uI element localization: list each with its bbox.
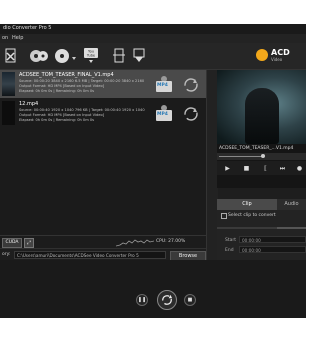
format-label: MP4	[157, 112, 168, 117]
file-source: Source: 00:00:20 3840 x 2160 6.5 MB | Ta…	[19, 79, 145, 83]
logo-subtext: Video	[271, 57, 283, 62]
menu-item-on[interactable]: on	[2, 35, 8, 41]
file-row[interactable]: 12.mp4 Source: 00:00:40 1920 x 1040 796 …	[0, 99, 206, 127]
video-frame-figure	[245, 88, 279, 144]
preview-controls: ▶ ■ ⟦ ⏭ ●	[217, 161, 306, 175]
convert-cycle-icon[interactable]	[184, 77, 198, 92]
start-label: Start	[225, 238, 236, 243]
file-list: ACDSEE_TOM_TEASER_FINAL_V1.mp4 Source: 0…	[0, 70, 206, 235]
remove-file-icon[interactable]	[4, 47, 18, 65]
clip-range-slider[interactable]	[217, 227, 306, 229]
next-frame-icon[interactable]: ⏭	[278, 164, 287, 173]
start-time-field[interactable]: 00:00:00	[239, 236, 306, 243]
logo-text: ACD	[271, 48, 290, 57]
clip-tabs: Clip Audio	[217, 199, 306, 210]
format-label: MP4	[157, 83, 168, 88]
convert-cycle-icon[interactable]	[184, 106, 198, 121]
stop-icon: ■	[187, 297, 193, 303]
end-label: End	[225, 248, 234, 253]
app-title: dio Converter Pro 5	[3, 25, 52, 31]
video-thumbnail	[2, 101, 15, 125]
file-source: Source: 00:00:40 1920 x 1040 796 KB | Ta…	[19, 108, 145, 112]
select-clip-label: Select clip to convert	[228, 213, 276, 218]
menu-bar: on Help	[0, 34, 306, 43]
output-directory-label: ory:	[2, 252, 11, 257]
format-mp4-icon[interactable]: MP4	[156, 105, 172, 123]
stop-button[interactable]: ■	[184, 294, 196, 306]
tab-audio[interactable]: Audio	[277, 199, 306, 210]
play-icon[interactable]: ▶	[223, 164, 232, 173]
trim-icon[interactable]	[112, 47, 126, 65]
cpu-usage: CPU: 27.00%	[156, 239, 186, 244]
title-bar: dio Converter Pro 5	[0, 24, 306, 34]
logo-mark-icon	[256, 49, 268, 61]
pause-button[interactable]: ❚❚	[136, 294, 148, 306]
end-time-field[interactable]: 00:00:00	[239, 246, 306, 253]
rip-disc-icon[interactable]	[54, 47, 78, 65]
preview-filename: ACDSEE_TOM_TEASER_...V1.mp4	[219, 146, 294, 151]
cpu-graph	[116, 239, 154, 247]
video-preview	[217, 70, 306, 144]
file-row[interactable]: ACDSEE_TOM_TEASER_FINAL_V1.mp4 Source: 0…	[0, 70, 206, 98]
app-window: dio Converter Pro 5 on Help You Tube ACD …	[0, 24, 306, 318]
format-mp4-icon[interactable]: MP4	[156, 76, 172, 94]
youtube-download-icon[interactable]: You Tube	[84, 47, 98, 65]
convert-icon	[162, 294, 173, 305]
svg-text:Tube: Tube	[86, 54, 95, 58]
toolbar: You Tube ACD Video	[0, 43, 306, 70]
cuda-button[interactable]: CUDA	[2, 238, 22, 248]
preview-seek-bar[interactable]	[217, 153, 306, 160]
status-bar: CUDA ⤢ CPU: 27.00%	[0, 235, 206, 249]
convert-button[interactable]	[157, 290, 177, 310]
file-output-format[interactable]: Output Format: HD MP4 [Based on Input Vi…	[19, 113, 104, 117]
mark-in-icon[interactable]: ⟦	[261, 164, 270, 173]
preview-panel: ACDSEE_TOM_TEASER_...V1.mp4 ▶ ■ ⟦ ⏭ ●	[217, 70, 306, 188]
file-name: 12.mp4	[19, 101, 39, 107]
video-thumbnail	[2, 72, 15, 96]
file-name: ACDSEE_TOM_TEASER_FINAL_V1.mp4	[19, 72, 114, 78]
snapshot-icon[interactable]: ●	[295, 164, 304, 173]
tab-clip[interactable]: Clip	[217, 199, 277, 210]
select-clip-checkbox[interactable]	[221, 213, 227, 219]
menu-item-help[interactable]: Help	[12, 35, 23, 41]
pause-icon: ❚❚	[137, 297, 147, 303]
output-directory-field[interactable]: C:\Users\amuri\Documents\ACDSee Video Co…	[14, 251, 166, 259]
file-elapsed: Elapsed: 0h 0m 0s | Remaining: 0h 0m 0s	[19, 118, 94, 122]
brand-logo: ACD Video	[256, 47, 306, 65]
stop-icon[interactable]: ■	[242, 164, 251, 173]
expand-icon[interactable]: ⤢	[24, 238, 34, 248]
conversion-controls: ❚❚ ■	[0, 260, 306, 318]
file-elapsed: Elapsed: 0h 0m 0s | Remaining: 0h 0m 0s	[19, 89, 94, 93]
file-output-format[interactable]: Output Format: HD MP4 [Based on Input Vi…	[19, 84, 104, 88]
download-icon[interactable]	[132, 47, 146, 65]
add-disc-icon[interactable]	[29, 47, 49, 65]
seek-handle[interactable]	[261, 154, 265, 158]
